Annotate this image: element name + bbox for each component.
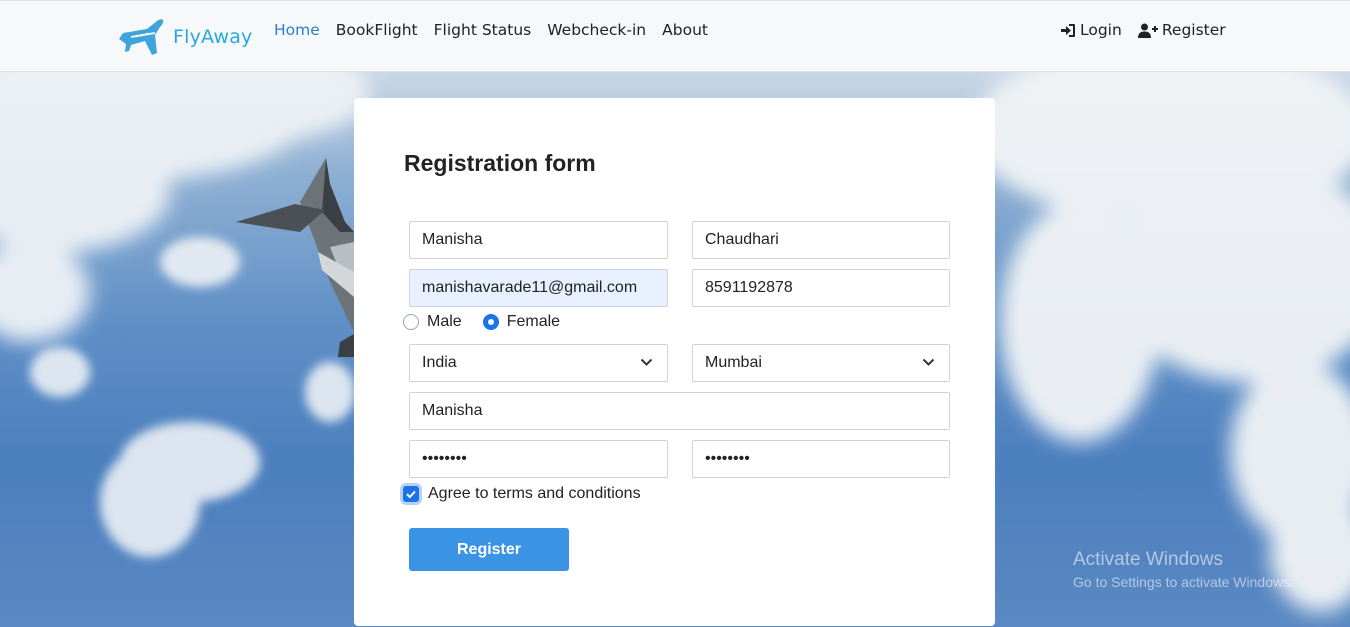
form-title: Registration form: [404, 150, 596, 176]
city-select[interactable]: Mumbai: [692, 344, 950, 382]
gender-female-radio[interactable]: [482, 314, 499, 330]
last-name-input[interactable]: Chaudhari: [692, 221, 950, 259]
nav-flight-status[interactable]: Flight Status: [434, 19, 532, 41]
login-link[interactable]: Login: [1060, 19, 1122, 41]
registration-card: Registration form Manisha Chaudhari mani…: [354, 98, 995, 626]
first-name-input[interactable]: Manisha: [409, 221, 668, 259]
confirm-password-value: ••••••••: [705, 450, 750, 467]
nav-about[interactable]: About: [662, 19, 708, 41]
brand-name: FlyAway: [173, 26, 253, 48]
user-plus-icon: [1137, 23, 1158, 38]
nav-home[interactable]: Home: [274, 19, 320, 41]
terms-row: Agree to terms and conditions: [403, 485, 641, 503]
register-button[interactable]: Register: [409, 528, 569, 571]
city-value: Mumbai: [705, 354, 762, 371]
password-value: ••••••••: [422, 450, 467, 467]
chevron-down-icon: [640, 358, 653, 366]
last-name-value: Chaudhari: [705, 231, 779, 248]
airplane-tail-image: [236, 158, 354, 357]
nav-webcheck-in[interactable]: Webcheck-in: [547, 19, 646, 41]
confirm-password-input[interactable]: ••••••••: [692, 440, 950, 478]
terms-checkbox[interactable]: [403, 486, 419, 502]
phone-value: 8591192878: [705, 279, 793, 296]
gender-radio-group: Male Female: [403, 313, 581, 331]
watermark-title: Activate Windows: [1073, 549, 1223, 570]
country-select[interactable]: India: [409, 344, 668, 382]
terms-label: Agree to terms and conditions: [428, 485, 641, 502]
chevron-down-icon: [922, 358, 935, 366]
username-input[interactable]: Manisha: [409, 392, 950, 430]
watermark-subtitle: Go to Settings to activate Windows.: [1073, 574, 1294, 590]
login-label: Login: [1080, 21, 1122, 39]
first-name-value: Manisha: [422, 231, 483, 248]
auth-nav: Login Register: [1060, 19, 1242, 41]
email-value: manishavarade11@gmail.com: [422, 279, 638, 296]
activate-windows-watermark: Activate Windows Go to Settings to activ…: [1073, 549, 1294, 590]
gender-male-label: Male: [427, 313, 462, 330]
password-input[interactable]: ••••••••: [409, 440, 668, 478]
phone-input[interactable]: 8591192878: [692, 269, 950, 307]
gender-female-label: Female: [506, 313, 561, 330]
nav-bookflight[interactable]: BookFlight: [336, 19, 418, 41]
airplane-icon: [119, 19, 164, 55]
register-label: Register: [1161, 21, 1226, 39]
email-input[interactable]: manishavarade11@gmail.com: [409, 269, 668, 307]
top-navbar: FlyAway Home BookFlight Flight Status We…: [0, 0, 1350, 72]
username-value: Manisha: [422, 402, 483, 419]
sign-in-icon: [1061, 23, 1075, 37]
register-link[interactable]: Register: [1137, 19, 1226, 41]
main-nav: Home BookFlight Flight Status Webcheck-i…: [274, 19, 724, 41]
gender-male-radio[interactable]: [403, 314, 419, 330]
country-value: India: [422, 354, 457, 371]
brand[interactable]: FlyAway: [117, 15, 253, 59]
check-icon: [406, 490, 416, 499]
